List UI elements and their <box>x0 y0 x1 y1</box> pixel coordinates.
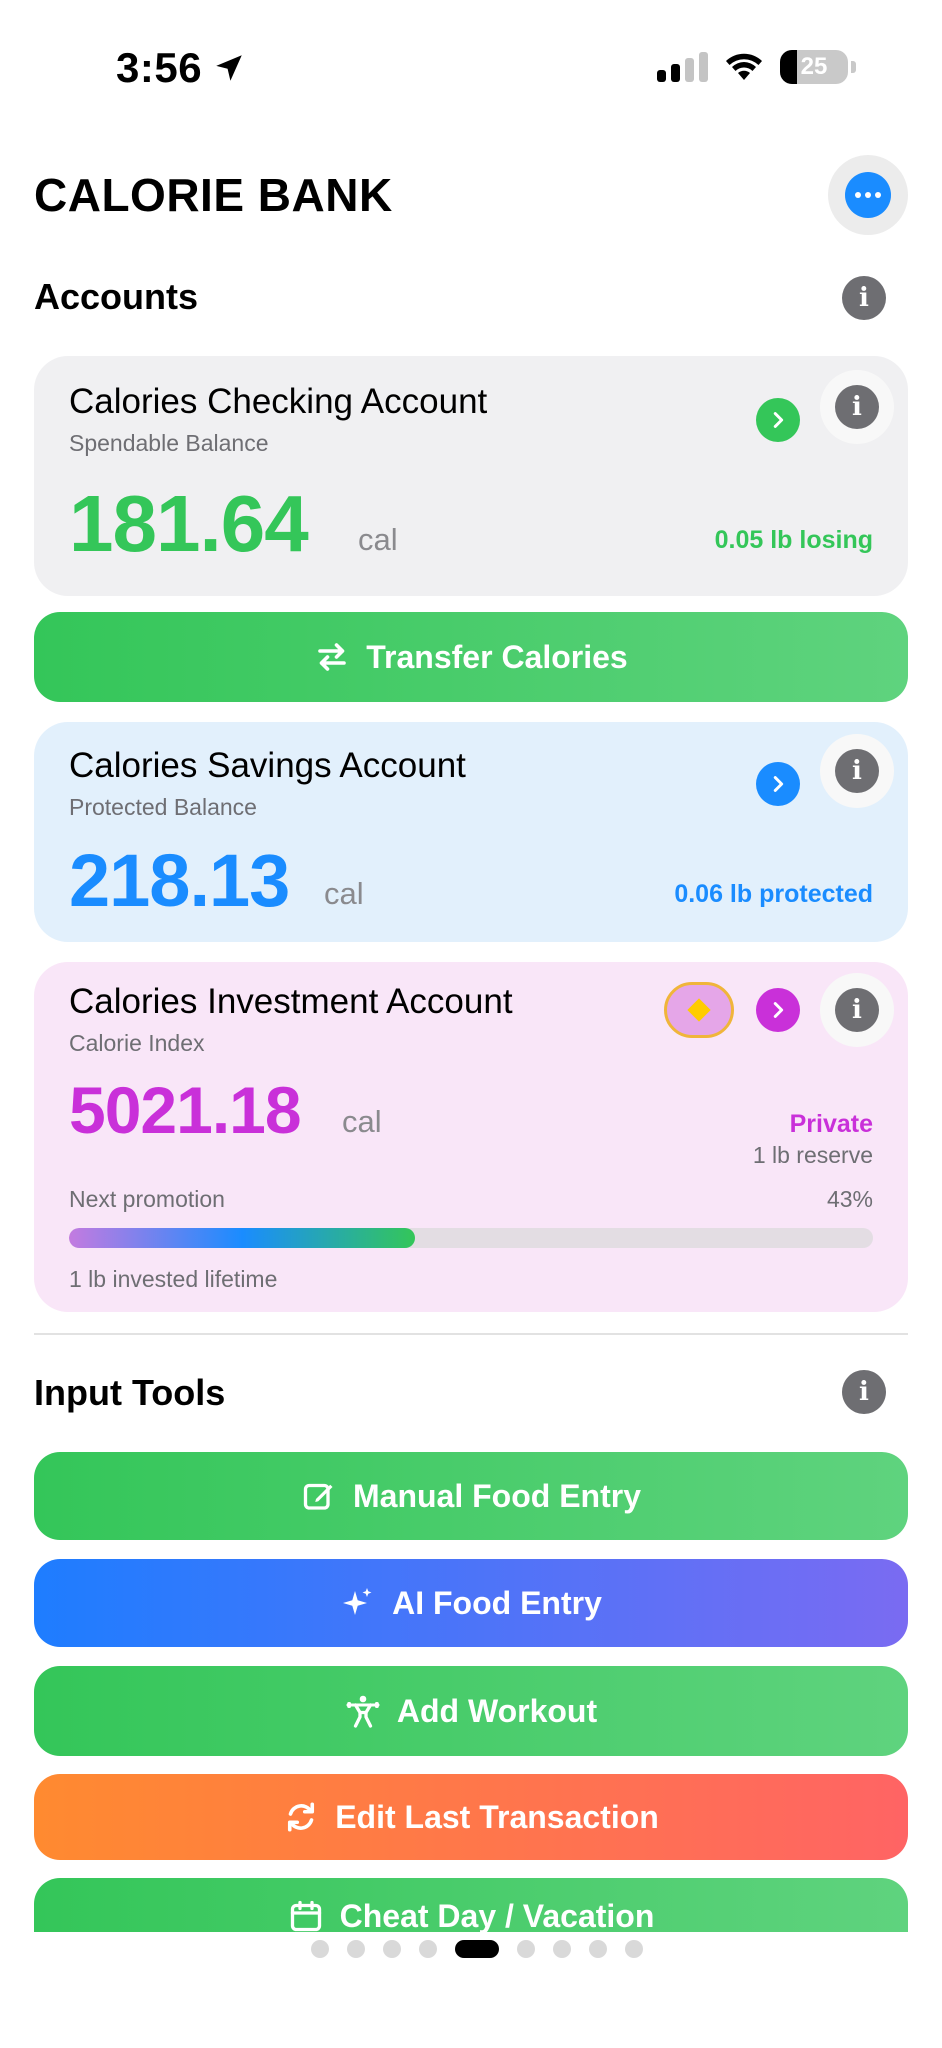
premium-badge[interactable] <box>664 982 734 1038</box>
location-arrow-icon <box>216 55 242 81</box>
checking-subtitle: Spendable Balance <box>69 430 269 456</box>
page-dot[interactable] <box>383 1940 401 1958</box>
edit-icon <box>303 1483 333 1510</box>
manual-food-entry-button[interactable]: Manual Food Entry <box>34 1452 908 1540</box>
page-dot[interactable] <box>553 1940 571 1958</box>
savings-subtitle: Protected Balance <box>69 794 257 820</box>
page-dot[interactable] <box>517 1940 535 1958</box>
wifi-icon <box>726 53 762 80</box>
investment-unit: cal <box>342 1104 382 1139</box>
investment-chevron-right-icon[interactable] <box>756 988 800 1032</box>
investment-reserve: 1 lb reserve <box>752 1142 873 1168</box>
transfer-calories-button[interactable]: Transfer Calories <box>34 612 908 702</box>
status-indicators: 25 <box>657 50 856 84</box>
accounts-info-icon[interactable]: i <box>842 276 886 320</box>
investment-title: Calories Investment Account <box>69 982 513 1021</box>
investment-balance: 5021.18 <box>69 1073 302 1147</box>
promotion-percent: 43% <box>826 1186 873 1212</box>
status-bar: 3:56 25 <box>0 0 942 140</box>
page-dot[interactable] <box>625 1940 643 1958</box>
add-workout-label: Add Workout <box>396 1692 598 1729</box>
input-tools-section-title: Input Tools <box>34 1372 226 1413</box>
investment-info-button[interactable]: i <box>820 973 894 1047</box>
calendar-icon <box>290 1900 321 1932</box>
transfer-label: Transfer Calories <box>366 638 628 675</box>
info-icon: i <box>835 988 879 1032</box>
page-dot[interactable] <box>589 1940 607 1958</box>
investment-tier: Private <box>789 1110 873 1138</box>
edit-last-transaction-label: Edit Last Transaction <box>335 1798 659 1835</box>
investment-lifetime: 1 lb invested lifetime <box>69 1266 278 1292</box>
checking-balance: 181.64 <box>69 479 309 568</box>
savings-chevron-right-icon[interactable] <box>756 762 800 806</box>
promotion-progress-fill <box>69 1228 415 1248</box>
edit-last-transaction-button[interactable]: Edit Last Transaction <box>34 1774 908 1860</box>
savings-status: 0.06 lb protected <box>674 880 873 908</box>
savings-account-card[interactable]: Calories Savings Account Protected Balan… <box>34 722 908 942</box>
battery-level: 25 <box>800 53 828 80</box>
weightlifter-icon <box>346 1695 380 1728</box>
info-icon: i <box>835 749 879 793</box>
app-title: CALORIE BANK <box>34 169 393 221</box>
cellular-signal-icon <box>657 52 708 82</box>
refresh-icon <box>288 1802 315 1832</box>
investment-subtitle: Calorie Index <box>69 1030 205 1056</box>
savings-title: Calories Savings Account <box>69 746 466 785</box>
page-dot[interactable] <box>419 1940 437 1958</box>
savings-balance: 218.13 <box>69 839 290 922</box>
time-text: 3:56 <box>116 44 203 91</box>
checking-info-button[interactable]: i <box>820 370 894 444</box>
cheat-day-vacation-label: Cheat Day / Vacation <box>339 1898 655 1934</box>
page-dot-active[interactable] <box>455 1940 499 1958</box>
add-workout-button[interactable]: Add Workout <box>34 1666 908 1756</box>
page-dot[interactable] <box>311 1940 329 1958</box>
status-time: 3:56 <box>116 44 246 92</box>
manual-food-entry-label: Manual Food Entry <box>353 1477 641 1514</box>
ai-food-entry-label: AI Food Entry <box>392 1584 602 1621</box>
diamond-icon <box>687 998 711 1022</box>
input-tools-info-icon[interactable]: i <box>842 1370 886 1414</box>
battery-cap <box>851 61 856 73</box>
battery-icon: 25 <box>780 50 848 84</box>
page-indicator[interactable] <box>0 1940 942 1958</box>
ai-food-entry-button[interactable]: AI Food Entry <box>34 1559 908 1647</box>
info-icon: i <box>835 385 879 429</box>
checking-status: 0.05 lb losing <box>714 526 873 554</box>
ellipsis-icon <box>845 172 891 218</box>
checking-account-card[interactable]: Calories Checking Account Spendable Bala… <box>34 356 908 596</box>
promotion-label: Next promotion <box>69 1186 225 1212</box>
page-dot[interactable] <box>347 1940 365 1958</box>
section-divider <box>34 1333 908 1335</box>
savings-info-button[interactable]: i <box>820 734 894 808</box>
checking-chevron-right-icon[interactable] <box>756 398 800 442</box>
more-options-button[interactable] <box>828 155 908 235</box>
transfer-arrows-icon <box>318 643 347 671</box>
checking-unit: cal <box>358 522 398 557</box>
investment-account-card[interactable]: Calories Investment Account Calorie Inde… <box>34 962 908 1312</box>
sparkles-icon <box>343 1588 372 1615</box>
savings-unit: cal <box>324 876 364 911</box>
checking-title: Calories Checking Account <box>69 382 488 421</box>
promotion-progress-bar <box>69 1228 873 1248</box>
accounts-section-title: Accounts <box>34 276 199 317</box>
